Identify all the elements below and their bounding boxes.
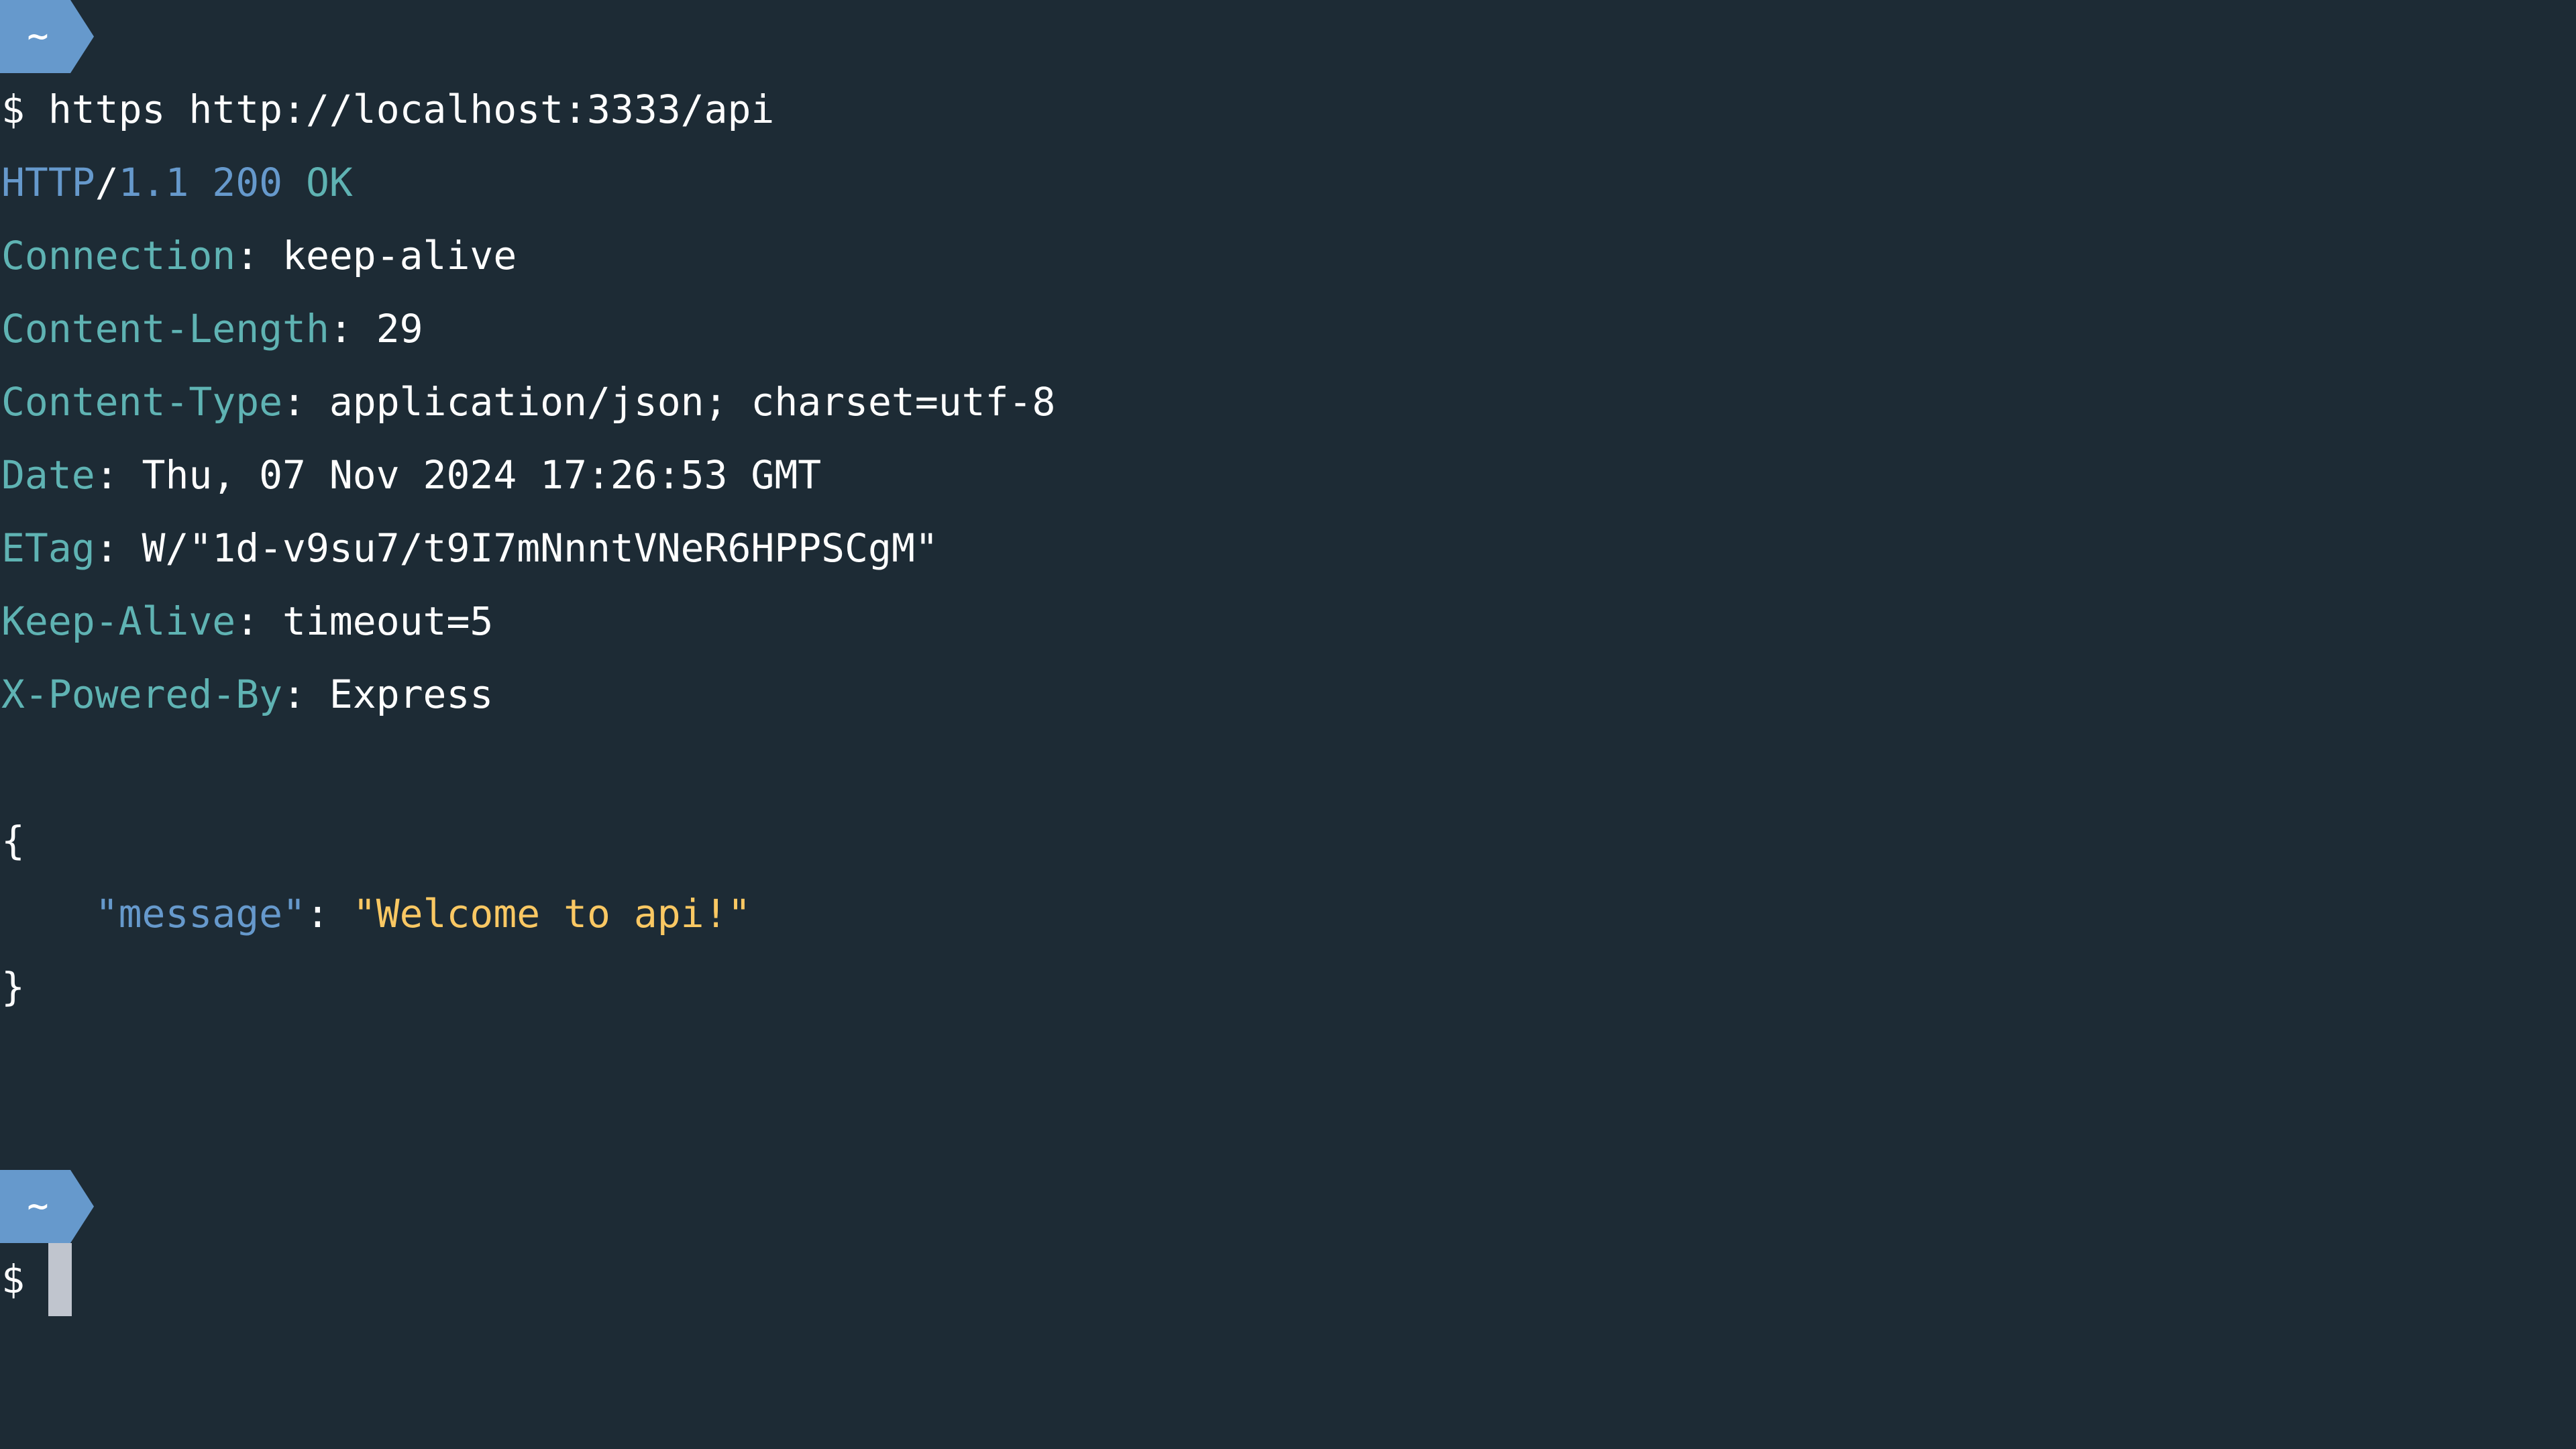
header-value: 29 — [376, 306, 423, 352]
header-separator: : — [235, 598, 283, 644]
header-row: Content-Length: 29 — [0, 292, 2576, 366]
header-row: ETag: W/"1d-v9su7/t9I7mNnntVNeR6HPPSCgM" — [0, 512, 2576, 585]
command-input-line[interactable]: $ — [0, 1243, 2576, 1316]
prompt-badge: ~ — [0, 0, 94, 73]
header-name: Date — [1, 452, 95, 498]
status-protocol: HTTP — [1, 160, 95, 205]
text-cursor[interactable] — [48, 1243, 72, 1316]
json-close-brace: } — [1, 964, 25, 1010]
header-name: Keep-Alive — [1, 598, 236, 644]
header-name: X-Powered-By — [1, 672, 283, 717]
command-line: $ https http://localhost:3333/api — [0, 73, 2576, 146]
header-row: Content-Type: application/json; charset=… — [0, 366, 2576, 439]
header-row: Keep-Alive: timeout=5 — [0, 585, 2576, 658]
header-row: X-Powered-By: Express — [0, 658, 2576, 731]
json-value: "Welcome to api!" — [352, 891, 751, 936]
header-value: W/"1d-v9su7/t9I7mNnntVNeR6HPPSCgM" — [142, 525, 938, 571]
header-name: Content-Type — [1, 379, 283, 425]
header-row: Date: Thu, 07 Nov 2024 17:26:53 GMT — [0, 439, 2576, 512]
header-separator: : — [95, 525, 142, 571]
header-value: timeout=5 — [282, 598, 494, 644]
header-name: Content-Length — [1, 306, 329, 352]
command-text: https http://localhost:3333/api — [48, 87, 775, 132]
prompt-symbol: $ — [1, 87, 25, 132]
blank-lines — [0, 1024, 2576, 1170]
header-name: Connection — [1, 233, 236, 278]
json-open-brace: { — [1, 818, 25, 863]
header-separator: : — [329, 306, 376, 352]
header-row: Connection: keep-alive — [0, 219, 2576, 292]
status-slash: / — [95, 160, 119, 205]
prompt-symbol: $ — [1, 1256, 25, 1302]
status-reason: OK — [305, 160, 353, 205]
terminal-window[interactable]: ~ $ https http://localhost:3333/api HTTP… — [0, 0, 2576, 1449]
home-directory-indicator: ~ — [25, 19, 50, 54]
header-value: Express — [329, 672, 494, 717]
status-code: 200 — [212, 160, 283, 205]
header-separator: : — [282, 672, 329, 717]
status-version: 1.1 — [118, 160, 189, 205]
header-value: Thu, 07 Nov 2024 17:26:53 GMT — [142, 452, 822, 498]
header-value: application/json; charset=utf-8 — [329, 379, 1056, 425]
header-separator: : — [282, 379, 329, 425]
status-line: HTTP/1.1 200 OK — [0, 146, 2576, 219]
json-key: "message" — [95, 891, 306, 936]
prompt-badge: ~ — [0, 1170, 94, 1243]
home-directory-indicator: ~ — [25, 1189, 50, 1224]
header-separator: : — [235, 233, 283, 278]
header-value: keep-alive — [282, 233, 517, 278]
header-name: ETag — [1, 525, 95, 571]
json-colon: : — [305, 891, 353, 936]
json-property: "message": "Welcome to api!" — [0, 877, 2576, 951]
header-separator: : — [95, 452, 142, 498]
